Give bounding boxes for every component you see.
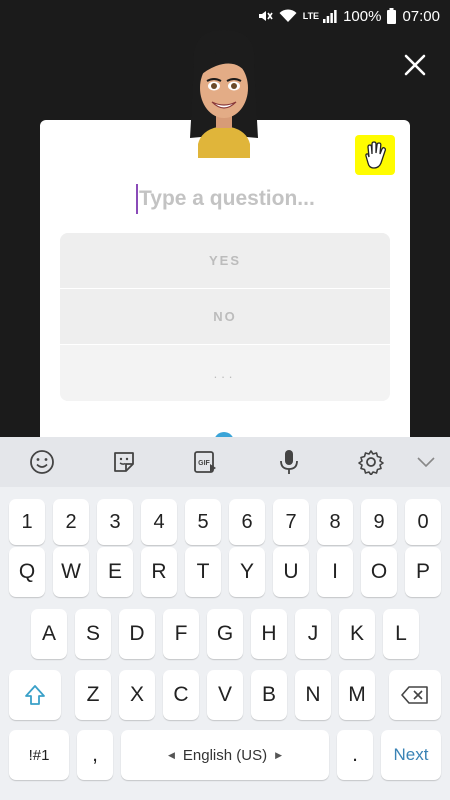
bitmoji-avatar [176,26,272,158]
key-w[interactable]: W [53,547,89,597]
key-j[interactable]: J [295,609,331,659]
emoji-button[interactable] [27,447,57,477]
microphone-icon [280,450,298,474]
backspace-icon [401,686,428,704]
sticker-button[interactable] [109,447,139,477]
keyboard: GIF 1 2 3 4 5 6 7 8 9 0 Q W E R T Y U I … [0,437,450,800]
key-y[interactable]: Y [229,547,265,597]
voice-input-button[interactable] [274,447,304,477]
gif-icon: GIF [194,451,216,473]
keyboard-toolbar: GIF [0,437,450,487]
backspace-key[interactable] [389,670,441,720]
shift-key[interactable] [9,670,61,720]
option-yes[interactable]: YES [60,233,390,289]
key-s[interactable]: S [75,609,111,659]
key-q[interactable]: Q [9,547,45,597]
key-e[interactable]: E [97,547,133,597]
shift-arrow-icon [25,685,45,705]
key-6[interactable]: 6 [229,499,265,545]
chevron-down-icon [417,457,435,468]
battery-icon [387,8,397,24]
key-k[interactable]: K [339,609,375,659]
key-4[interactable]: 4 [141,499,177,545]
space-label: English (US) [182,746,268,764]
question-input[interactable]: Type a question... [136,182,376,216]
waving-hand-icon [365,141,387,169]
wave-button[interactable] [355,135,395,175]
key-u[interactable]: U [273,547,309,597]
option-no[interactable]: NO [60,289,390,345]
period-key[interactable]: . [337,730,373,780]
key-t[interactable]: T [185,547,221,597]
key-8[interactable]: 8 [317,499,353,545]
language-right-icon: ▶ [275,749,283,760]
key-z[interactable]: Z [75,670,111,720]
key-3[interactable]: 3 [97,499,133,545]
key-p[interactable]: P [405,547,441,597]
question-placeholder: Type a question... [139,187,315,210]
wifi-icon [279,9,297,23]
text-caret [136,184,138,214]
symbols-key[interactable]: !#1 [9,730,69,780]
gear-icon [358,450,384,475]
key-0[interactable]: 0 [405,499,441,545]
key-7[interactable]: 7 [273,499,309,545]
key-g[interactable]: G [207,609,243,659]
gif-label: GIF [198,460,210,467]
key-2[interactable]: 2 [53,499,89,545]
language-left-icon: ◀ [167,749,175,760]
sticker-icon [114,452,134,472]
key-a[interactable]: A [31,609,67,659]
battery-percent: 100% [343,7,382,25]
key-c[interactable]: C [163,670,199,720]
option-more[interactable]: ... [60,345,390,401]
emoji-icon [30,450,54,474]
status-icons: LTE 100% 07:00 [257,0,440,32]
key-o[interactable]: O [361,547,397,597]
key-1[interactable]: 1 [9,499,45,545]
key-x[interactable]: X [119,670,155,720]
signal-icon [323,9,337,23]
clock: 07:00 [402,7,440,25]
key-d[interactable]: D [119,609,155,659]
gif-button[interactable]: GIF [191,447,221,477]
key-i[interactable]: I [317,547,353,597]
collapse-keyboard-button[interactable] [411,447,441,477]
key-n[interactable]: N [295,670,331,720]
key-9[interactable]: 9 [361,499,397,545]
key-v[interactable]: V [207,670,243,720]
key-r[interactable]: R [141,547,177,597]
close-button[interactable] [400,50,430,80]
close-icon [404,54,426,76]
key-f[interactable]: F [163,609,199,659]
key-l[interactable]: L [383,609,419,659]
space-key[interactable]: ◀ English (US) ▶ [121,730,329,780]
answer-options: YES NO ... [60,233,390,401]
comma-key[interactable]: , [77,730,113,780]
key-5[interactable]: 5 [185,499,221,545]
settings-button[interactable] [356,447,386,477]
network-type: LTE [302,11,320,21]
key-m[interactable]: M [339,670,375,720]
key-h[interactable]: H [251,609,287,659]
key-b[interactable]: B [251,670,287,720]
next-key[interactable]: Next [381,730,441,780]
mute-icon [257,8,273,24]
